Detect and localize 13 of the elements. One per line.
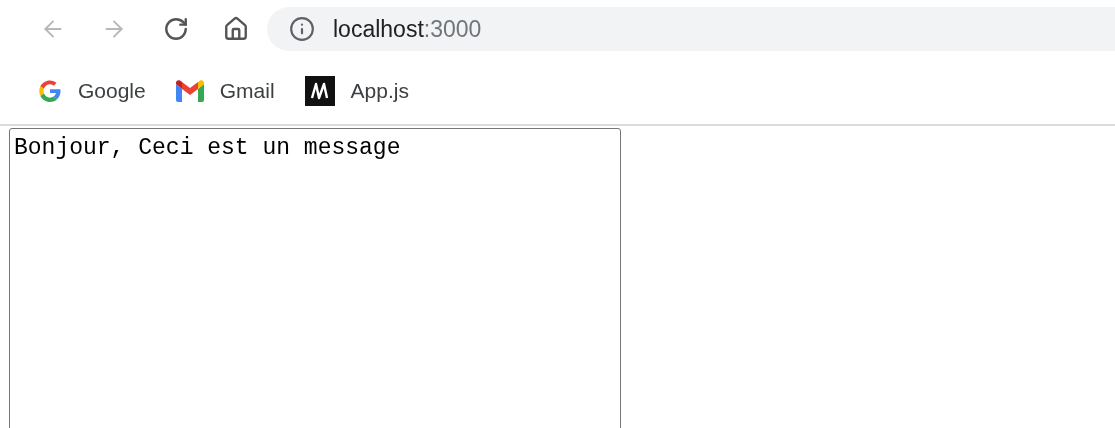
message-textarea[interactable]: Bonjour, Ceci est un message — [9, 128, 621, 428]
mail-envelope-icon — [175, 80, 204, 102]
home-button[interactable] — [223, 16, 249, 42]
reload-button[interactable] — [163, 16, 189, 42]
bookmark-link[interactable]: Gmail — [175, 79, 275, 103]
google-icon — [38, 79, 62, 103]
bookmark-link[interactable]: App.js — [304, 76, 409, 106]
app-logo-icon — [304, 76, 335, 106]
info-icon — [289, 16, 315, 42]
address-bar[interactable]: localhost:3000 — [267, 7, 1115, 51]
url-host: localhost — [333, 15, 424, 43]
url-port: :3000 — [423, 15, 482, 43]
bookmark-link[interactable]: Google — [38, 79, 146, 103]
